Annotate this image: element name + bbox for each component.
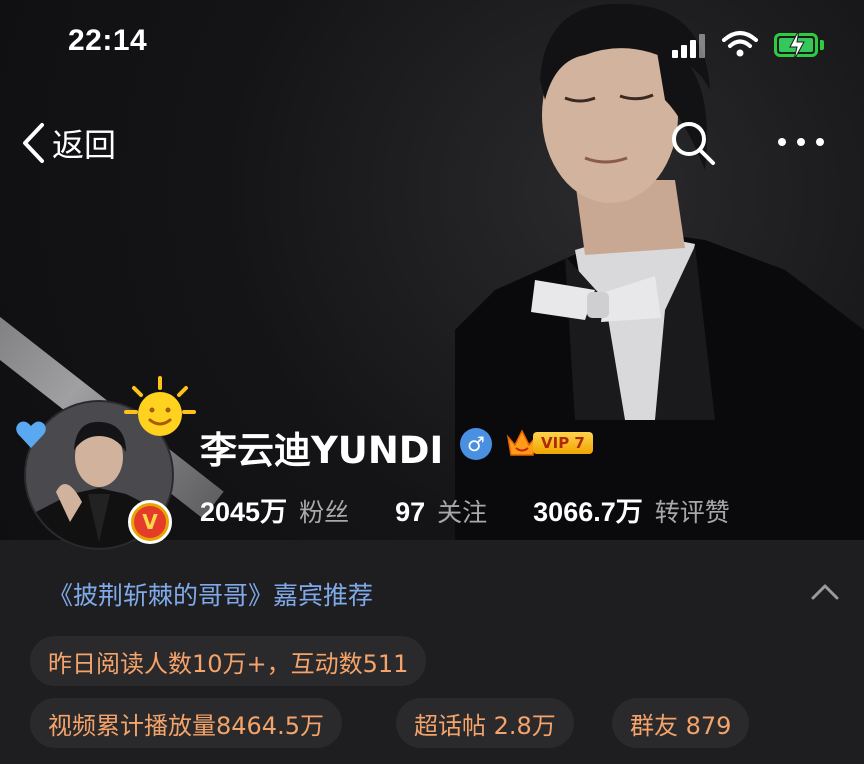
engagement-count: 3066.7万: [533, 497, 643, 527]
verified-v-label: V: [134, 506, 166, 538]
cover-pianist-photo: [455, 3, 864, 560]
back-button[interactable]: 返回: [20, 118, 116, 168]
search-icon[interactable]: [670, 120, 716, 166]
chevron-left-icon: [23, 123, 44, 163]
male-gender-icon: ♂: [460, 428, 492, 460]
video-plays-pill[interactable]: 视频累计播放量8464.5万: [30, 698, 342, 748]
more-options-icon[interactable]: [776, 130, 826, 154]
supertopic-posts-pill[interactable]: 超话帖 2.8万: [396, 698, 574, 748]
back-label: 返回: [52, 126, 117, 164]
sun-avatar-decoration-icon: [124, 376, 196, 436]
status-time: 22:14: [68, 24, 148, 57]
profile-name: 李云迪YUNDI: [200, 429, 444, 472]
vip-badge[interactable]: VIP 7: [505, 427, 593, 459]
group-members-pill[interactable]: 群友 879: [612, 698, 750, 748]
charging-bolt-icon: [789, 30, 805, 60]
verified-v-badge: V: [128, 500, 172, 544]
engagement-label: 转评赞: [654, 498, 730, 527]
vip-level-label: VIP 7: [533, 432, 593, 454]
cellular-signal-icon: [672, 34, 710, 58]
chevron-up-icon[interactable]: [810, 582, 840, 602]
followers-label[interactable]: 粉丝: [299, 493, 349, 529]
following-count[interactable]: 97: [395, 497, 425, 528]
guest-recommendation-link[interactable]: 《披荆斩棘的哥哥》嘉宾推荐: [48, 576, 373, 612]
yesterday-stats-pill[interactable]: 昨日阅读人数10万+，互动数511: [30, 636, 427, 686]
wifi-icon: [722, 31, 758, 57]
following-label[interactable]: 关注: [437, 493, 487, 529]
battery-tip: [820, 40, 824, 50]
profile-stats: 2045万 粉丝 97 关注 3066.7万 转评赞: [200, 490, 776, 529]
heart-badge-icon: [16, 421, 46, 448]
followers-count[interactable]: 2045万: [200, 490, 287, 529]
